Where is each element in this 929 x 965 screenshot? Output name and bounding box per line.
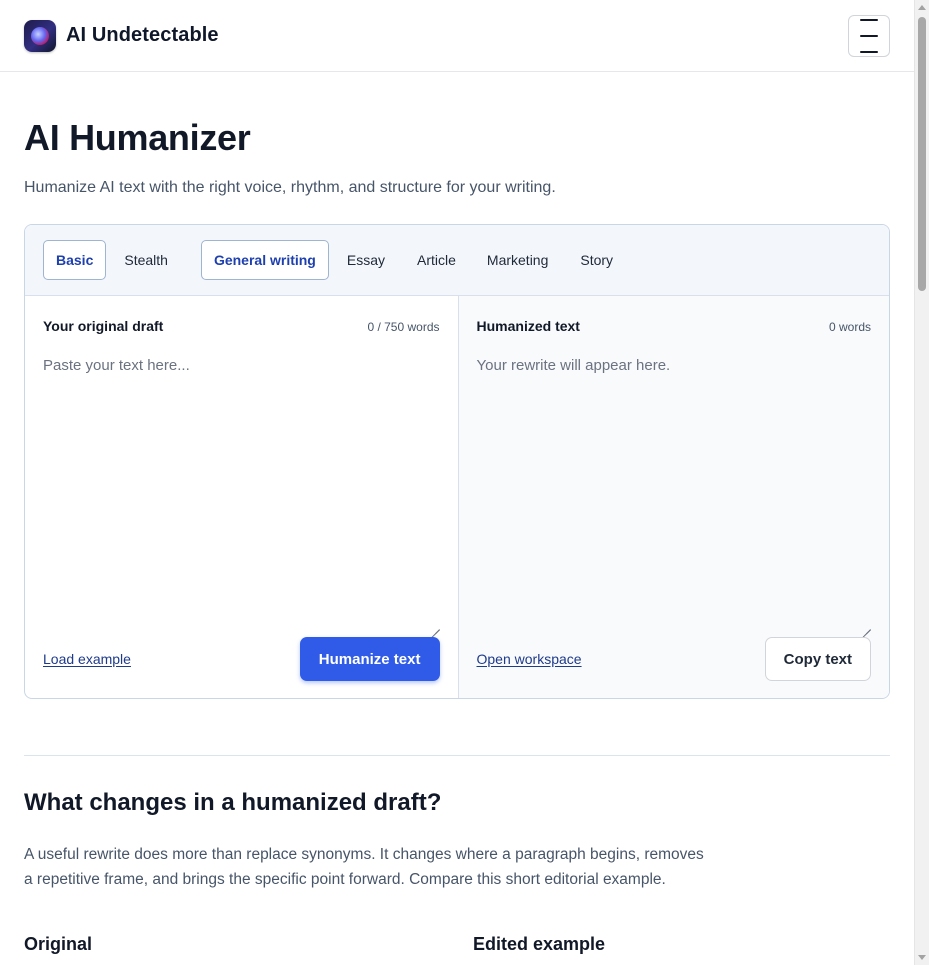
input-placeholder: Paste your text here... xyxy=(43,357,190,374)
original-column-heading: Original xyxy=(24,934,93,954)
tab-article[interactable]: Article xyxy=(400,240,471,280)
scroll-down-arrow-icon[interactable] xyxy=(918,955,926,960)
section-divider xyxy=(24,755,890,756)
output-placeholder: Your rewrite will appear here. xyxy=(476,357,671,374)
original-draft-textarea[interactable]: Paste your text here... xyxy=(43,357,440,607)
tab-basic[interactable]: Basic xyxy=(43,240,107,280)
input-title: Your original draft xyxy=(43,318,164,334)
output-word-count: 0 words xyxy=(828,320,871,334)
galaxy-logo-icon xyxy=(24,19,56,52)
humanizer-tool: Basic Stealth General writing Essay Arti… xyxy=(24,224,890,699)
hamburger-menu-icon[interactable] xyxy=(848,14,890,57)
scroll-up-arrow-icon[interactable] xyxy=(918,5,926,10)
tab-stealth[interactable]: Stealth xyxy=(106,240,183,280)
tab-story[interactable]: Story xyxy=(563,240,628,280)
output-pane: Humanized text 0 words Your rewrite will… xyxy=(457,296,889,698)
hero: AI Humanizer Humanize AI text with the r… xyxy=(0,72,914,197)
tab-marketing[interactable]: Marketing xyxy=(471,240,563,280)
humanize-button[interactable]: Humanize text xyxy=(299,637,440,681)
section-title: What changes in a humanized draft? xyxy=(24,789,442,816)
page: AI Undetectable AI Humanizer Humanize AI… xyxy=(0,0,914,965)
brand-name: AI Undetectable xyxy=(66,24,219,46)
brand[interactable]: AI Undetectable xyxy=(24,19,219,52)
tab-general-writing[interactable]: General writing xyxy=(200,240,329,280)
site-header: AI Undetectable xyxy=(0,0,914,72)
humanized-textarea[interactable]: Your rewrite will appear here. xyxy=(477,357,872,607)
tab-essay[interactable]: Essay xyxy=(329,240,400,280)
page-subtitle: Humanize AI text with the right voice, r… xyxy=(24,179,556,196)
editor-panes: Your original draft 0 / 750 words Paste … xyxy=(25,296,889,698)
output-title: Humanized text xyxy=(476,318,580,334)
page-scrollbar[interactable] xyxy=(914,0,929,965)
scrollbar-thumb[interactable] xyxy=(918,17,926,291)
load-example-link[interactable]: Load example xyxy=(43,651,131,667)
page-title: AI Humanizer xyxy=(24,117,251,158)
section-body: A useful rewrite does more than replace … xyxy=(24,846,704,888)
open-workspace-link[interactable]: Open workspace xyxy=(477,651,582,667)
copy-text-button[interactable]: Copy text xyxy=(764,637,871,681)
resize-grip-icon[interactable] xyxy=(862,621,871,630)
tab-bar: Basic Stealth General writing Essay Arti… xyxy=(25,225,889,296)
input-word-count: 0 / 750 words xyxy=(367,320,440,334)
edited-column-heading: Edited example xyxy=(473,934,606,954)
resize-grip-icon[interactable] xyxy=(431,621,440,630)
input-pane: Your original draft 0 / 750 words Paste … xyxy=(25,296,458,698)
